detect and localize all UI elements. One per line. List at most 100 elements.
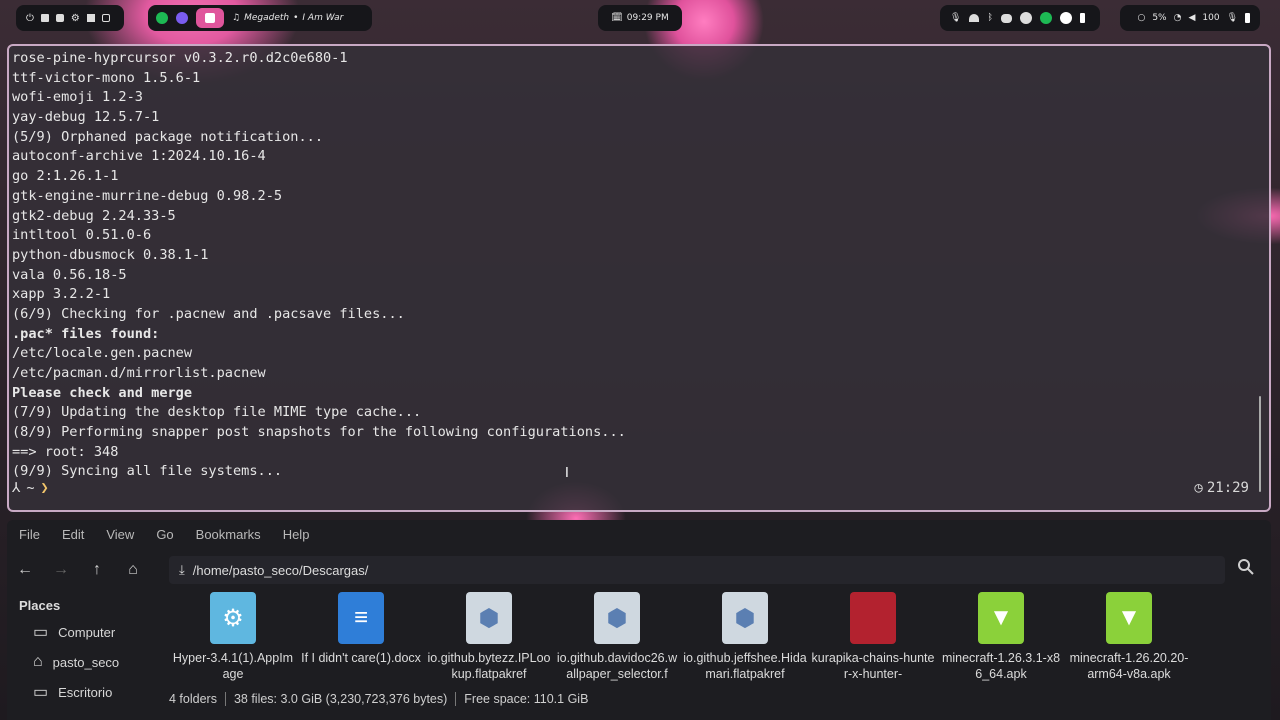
clock: 09:29 PM: [626, 13, 669, 23]
music-note-icon: ♫: [232, 13, 241, 23]
discord-icon[interactable]: [1000, 13, 1012, 23]
clock-pill[interactable]: 🗓 09:29 PM: [598, 5, 682, 31]
file-item[interactable]: ▼ minecraft-1.26.3.1-x86_64.apk: [937, 592, 1065, 688]
status-separator: [455, 692, 457, 706]
home-icon: ⌂: [128, 561, 138, 578]
tray-icons: 🎙 ᛒ: [940, 5, 1100, 31]
terminal-line: ttf-victor-mono 1.5.6-1: [12, 69, 201, 86]
forward-button[interactable]: →: [43, 552, 79, 588]
sidebar-item-label: pasto_seco: [52, 654, 120, 670]
docx-file-icon: ≡: [338, 592, 384, 644]
download-icon: ⤓: [179, 562, 185, 577]
settings-icon[interactable]: ⚙: [71, 13, 80, 24]
terminal-line: .pac* files found:: [12, 325, 160, 342]
terminal-line: (8/9) Performing snapper post snapshots …: [12, 424, 626, 441]
battery-icon[interactable]: [1079, 13, 1085, 23]
top-bar: ⏻ ⚙ ♫ Megadeth • I Am War 🗓 09:29 PM 🎙 ᛒ: [0, 0, 1280, 36]
files-icon[interactable]: [55, 14, 64, 22]
location-path: /home/pasto_seco/Descargas/: [192, 562, 369, 578]
file-manager-window: File Edit View Go Bookmarks Help ← → ↑ ⌂ ⤓ /h…: [7, 520, 1271, 720]
now-playing-artist: Megadeth: [244, 13, 290, 23]
file-item[interactable]: kurapika-chains-hunter-x-hunter-: [809, 592, 937, 688]
terminal-window[interactable]: rose-pine-hyprcursor v0.3.2.r0.d2c0e680-…: [7, 44, 1271, 512]
terminal-line: ==> root: 348: [12, 443, 119, 460]
home-button[interactable]: ⌂: [115, 552, 151, 588]
wifi-icon[interactable]: ◔: [1174, 13, 1182, 23]
menu-edit[interactable]: Edit: [62, 527, 84, 542]
terminal-clock: ◷ 21:29: [1194, 480, 1249, 496]
menu-file[interactable]: File: [19, 527, 40, 542]
sidebar-item-pasto_seco[interactable]: ⌂ pasto_seco: [7, 647, 167, 677]
volume-level: 100: [1202, 13, 1220, 23]
terminal-line: /etc/pacman.d/mirrorlist.pacnew: [12, 365, 266, 381]
places-title: Places: [19, 598, 61, 613]
image-file-icon: [850, 592, 896, 644]
terminal-line: Please check and merge: [12, 384, 193, 401]
file-name: io.github.davidoc26.wallpaper_selector.f: [556, 651, 678, 681]
flatpak-file-icon: ⬢: [722, 592, 768, 644]
toolbar: ← → ↑ ⌂ ⤓ /home/pasto_seco/Descargas/: [7, 552, 1271, 588]
mic-icon[interactable]: 🎙: [950, 13, 961, 23]
terminal-line: (5/9) Orphaned package notification...: [12, 128, 323, 145]
search-button[interactable]: [1237, 558, 1261, 582]
mouse-ibeam-icon: I: [565, 466, 569, 481]
terminal-clock-time: 21:29: [1206, 480, 1249, 496]
steam-icon[interactable]: [1019, 12, 1032, 24]
window-icon[interactable]: [101, 14, 110, 22]
terminal-icon[interactable]: [40, 14, 49, 22]
status-free: Free space: 110.1 GiB: [464, 692, 589, 706]
battery-icon[interactable]: [1245, 13, 1250, 23]
spotify-icon[interactable]: [1039, 12, 1052, 24]
back-button[interactable]: ←: [7, 552, 43, 588]
arrow-right-icon: →: [53, 561, 69, 578]
file-item[interactable]: ≡ If I didn't care(1).docx: [297, 592, 425, 688]
terminal-line: vala 0.56.18-5: [12, 266, 127, 283]
file-item[interactable]: ⬢ io.github.jeffshee.Hidamari.flatpakref: [681, 592, 809, 688]
status-pill: ○ 5% ◔ ◀ 100 🎙: [1120, 5, 1260, 31]
terminal-line: go 2:1.26.1-1: [12, 168, 119, 185]
file-item[interactable]: ⚙ Hyper-3.4.1(1).AppImage: [169, 592, 297, 688]
up-button[interactable]: ↑: [79, 552, 115, 588]
mic-icon[interactable]: 🎙: [1227, 13, 1238, 23]
volume-icon[interactable]: ◀: [1188, 13, 1195, 23]
now-playing[interactable]: ♫ Megadeth • I Am War: [232, 13, 343, 23]
file-item[interactable]: ⬢ io.github.bytezz.IPLookup.flatpakref: [425, 592, 553, 688]
terminal-scrollbar[interactable]: [1259, 396, 1261, 492]
terminal-line: gtk2-debug 2.24.33-5: [12, 207, 176, 224]
menu-bookmarks[interactable]: Bookmarks: [196, 527, 261, 542]
sidebar-item-label: Escritorio: [58, 684, 113, 700]
active-workspace[interactable]: [196, 8, 224, 28]
sidebar-item-label: Computer: [58, 624, 116, 640]
wifi-icon[interactable]: [969, 14, 980, 22]
apk-file-icon: ▼: [978, 592, 1024, 644]
power-icon[interactable]: ⏻: [26, 13, 34, 24]
terminal-prompt[interactable]: ⅄ ~ ❯: [12, 480, 49, 496]
file-name: minecraft-1.26.20.20-arm64-v8a.apk: [1069, 651, 1189, 681]
arrow-left-icon: ←: [17, 561, 33, 578]
file-item[interactable]: ▼ minecraft-1.26.20.20-arm64-v8a.apk: [1065, 592, 1193, 688]
cpu-icon: ○: [1137, 13, 1146, 23]
spotify-icon[interactable]: [156, 12, 168, 24]
menu-go[interactable]: Go: [156, 527, 173, 542]
file-name: Hyper-3.4.1(1).AppImage: [172, 651, 294, 681]
terminal-line: intltool 0.51.0-6: [12, 227, 152, 244]
now-playing-separator: •: [293, 13, 299, 23]
chat-icon[interactable]: [1059, 12, 1072, 24]
terminal-line: autoconf-archive 1:2024.10.16-4: [12, 148, 266, 165]
menu-view[interactable]: View: [106, 527, 134, 542]
terminal-line: (7/9) Updating the desktop file MIME typ…: [12, 404, 422, 421]
places-sidebar: Places ▭ Computer ⌂ pasto_seco ▭ Escritorio: [7, 594, 167, 720]
status-files: 38 files: 3.0 GiB (3,230,723,376 bytes): [233, 692, 448, 706]
sidebar-item-escritorio[interactable]: ▭ Escritorio: [7, 677, 167, 707]
now-playing-title: I Am War: [302, 13, 344, 23]
location-bar[interactable]: ⤓ /home/pasto_seco/Descargas/: [169, 556, 1225, 584]
menu-help[interactable]: Help: [283, 527, 310, 542]
terminal-line: gtk-engine-murrine-debug 0.98.2-5: [12, 187, 283, 204]
terminal-line: /etc/locale.gen.pacnew: [12, 345, 193, 362]
grid-icon[interactable]: [86, 14, 95, 22]
apk-file-icon: ▼: [1106, 592, 1152, 644]
bluetooth-icon[interactable]: ᛒ: [987, 13, 992, 23]
file-item[interactable]: ⬢ io.github.davidoc26.wallpaper_selector.…: [553, 592, 681, 688]
app-icon[interactable]: [176, 12, 188, 24]
sidebar-item-computer[interactable]: ▭ Computer: [7, 617, 167, 647]
